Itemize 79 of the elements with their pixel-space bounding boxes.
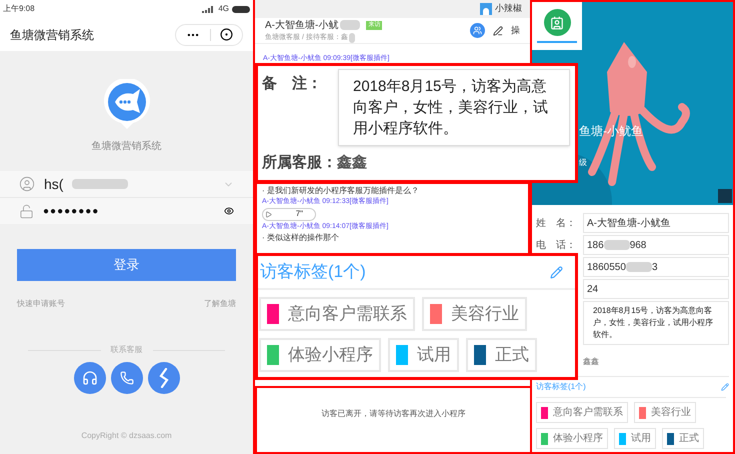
tag[interactable]: 体验小程序 (259, 338, 381, 372)
signal-icon (202, 6, 216, 12)
status-time: 上午9:08 (3, 3, 35, 15)
contact-label: 联系客服 (110, 344, 142, 356)
tag-label: 意向客户需联系 (288, 303, 407, 325)
link[interactable]: 了解鱼塘 (204, 298, 236, 310)
tag-label: 美容行业 (651, 406, 691, 420)
close-icon[interactable] (220, 28, 233, 41)
tags-title: 访客标签(1个) (260, 261, 366, 284)
tag-label: 美容行业 (451, 303, 519, 325)
profile-field[interactable]: 24 (583, 279, 729, 299)
tag[interactable]: 试用 (388, 338, 459, 372)
edit-icon[interactable] (493, 26, 503, 36)
users-icon (473, 26, 482, 35)
login-button[interactable]: 登录 (17, 249, 236, 281)
page-title: 鱼塘微营销系统 (10, 26, 94, 44)
tags-title: 访客标签(1个) (536, 381, 586, 393)
tag[interactable]: 试用 (614, 428, 656, 449)
profile-field[interactable]: 1860550 3 (583, 257, 729, 277)
password-field[interactable]: ●●●●●●●● (0, 198, 253, 224)
phone-icon (120, 371, 134, 385)
link[interactable]: 快速申请账号 (17, 298, 65, 310)
tag-label: 意向客户需联系 (553, 406, 623, 420)
blurred-text (604, 240, 630, 250)
tag-label: 体验小程序 (553, 432, 603, 446)
agent-avatar-icon (480, 3, 492, 15)
tag[interactable]: 美容行业 (422, 297, 527, 331)
field-label: 姓 名： (536, 216, 577, 230)
field-label: 电 话： (536, 238, 577, 252)
headset-icon (82, 370, 98, 386)
note-label: 备 注： (262, 74, 323, 94)
contact-card-icon (550, 16, 564, 30)
play-icon (265, 210, 272, 218)
tag-label: 体验小程序 (288, 344, 373, 366)
wave-icon (158, 368, 168, 388)
blurred-text (626, 262, 652, 272)
message-text: · 类似这样的操作那个 (262, 232, 340, 243)
note-field[interactable]: 2018年8月15号，访客为高意向客户，女性，美容行业，试用小程序软件。 (338, 69, 570, 146)
owner-label: 所属客服： (262, 153, 337, 173)
tag-label: 试用 (417, 344, 451, 366)
owner-name: 鑫鑫 (583, 356, 599, 368)
status-note: 访客已离开，请等待访客再次进入小程序 (322, 408, 466, 420)
tag-label: 试用 (631, 432, 651, 446)
contact-tab[interactable] (532, 2, 582, 50)
user-icon (19, 176, 35, 192)
tag[interactable]: 体验小程序 (536, 428, 608, 449)
blurred-text (72, 179, 128, 189)
message-text: · 是我们新研发的小程序客服万能插件是么？ (262, 185, 420, 196)
capsule-menu[interactable] (175, 24, 243, 46)
note-field[interactable]: 2018年8月15号，访客为高意向客户，女性，美容行业，试用小程序软件。 (583, 301, 729, 345)
agent-name: 小辣椒 (495, 2, 523, 16)
network-label: 4G (218, 3, 229, 15)
battery-icon (232, 6, 250, 12)
visitor-name: A-大智鱼塘-小鱿 (265, 18, 338, 33)
lock-icon (19, 204, 34, 218)
eye-icon[interactable] (224, 206, 234, 216)
username-field[interactable]: hs( (0, 171, 253, 198)
tag-label: 正式 (679, 432, 699, 446)
users-button[interactable] (470, 23, 485, 38)
profile-field[interactable]: 186 968 (583, 235, 729, 255)
cover-subtitle: 级 (579, 157, 587, 169)
voice-message[interactable]: 7" (262, 208, 316, 220)
tag[interactable]: 意向客户需联系 (259, 297, 415, 331)
tag-label: 正式 (495, 344, 529, 366)
phone-button[interactable] (110, 362, 142, 394)
copyright-text: CopyRight © dzsaas.com (80, 430, 173, 442)
profile-field[interactable]: A-大智鱼塘-小鱿鱼 (583, 213, 729, 233)
blurred-text (340, 20, 360, 30)
headset-button[interactable] (74, 362, 106, 394)
tag[interactable]: 正式 (466, 338, 537, 372)
app-name: 鱼塘微营销系统 (92, 140, 162, 154)
fish-logo-icon (102, 79, 150, 131)
owner-name: 鑫鑫 (337, 153, 367, 173)
action-label[interactable]: 操 (511, 24, 520, 38)
tag[interactable]: 美容行业 (634, 402, 696, 423)
wave-button[interactable] (148, 362, 180, 394)
blurred-text (348, 33, 355, 43)
tag[interactable]: 意向客户需联系 (536, 402, 628, 423)
tag[interactable]: 正式 (662, 428, 704, 449)
